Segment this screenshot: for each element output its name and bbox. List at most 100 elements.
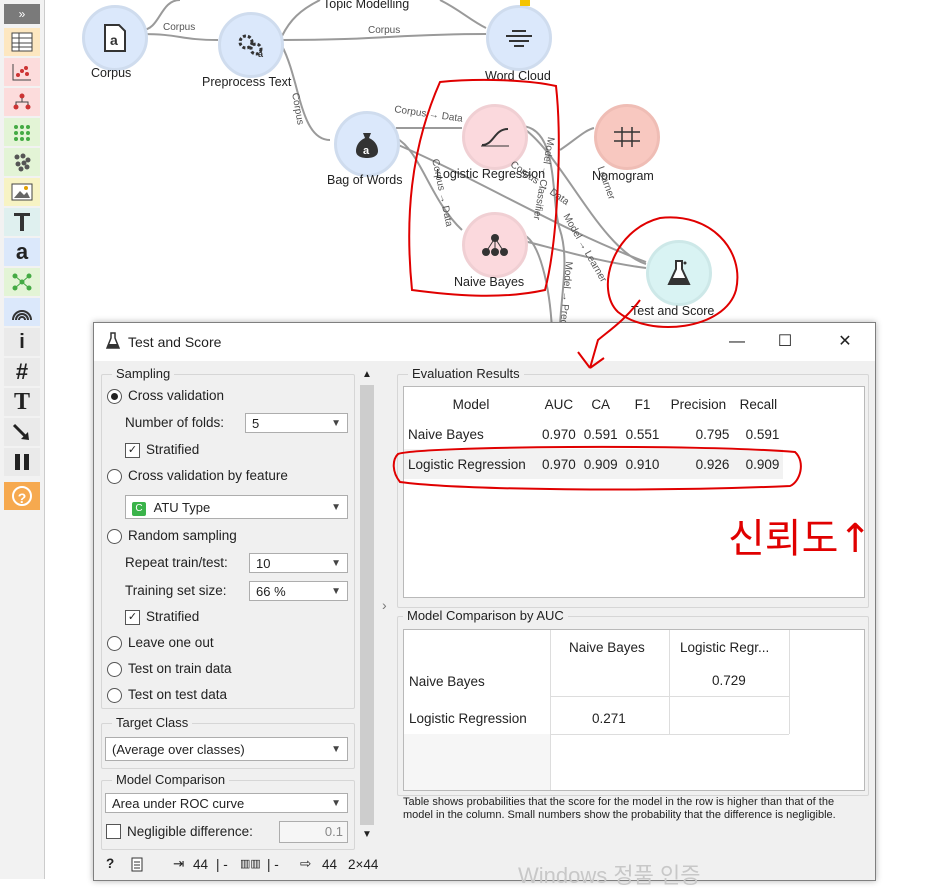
feature-select[interactable]: C ATU Type ▼	[125, 495, 348, 519]
big-t-icon[interactable]: T	[4, 388, 40, 416]
repeat-value: 10	[256, 556, 271, 571]
preprocess-text-label: Preprocess Text	[202, 75, 292, 89]
target-class-title: Target Class	[112, 715, 193, 730]
cross-validation-label: Cross validation	[128, 388, 225, 403]
output-dims: 2×44	[348, 857, 379, 872]
logistic-regression-node[interactable]	[462, 104, 528, 170]
help-button[interactable]: ?	[106, 856, 114, 871]
row-ca: 0.591	[583, 426, 618, 442]
header-f1[interactable]: F1	[622, 389, 664, 419]
collapse-arrow-icon[interactable]: ›	[382, 597, 387, 613]
preprocess-text-node[interactable]: a	[218, 12, 284, 78]
naive-bayes-node[interactable]	[462, 212, 528, 278]
categorical-badge: C	[132, 501, 146, 516]
help-icon[interactable]: ?	[4, 482, 40, 510]
train-size-label: Training set size:	[125, 583, 227, 598]
cv-by-feature-radio[interactable]	[107, 469, 122, 484]
auc-divider	[550, 630, 551, 790]
window-title: Test and Score	[128, 334, 222, 350]
info-icon[interactable]: i	[4, 328, 40, 356]
feature-value: ATU Type	[153, 500, 211, 515]
comparison-metric-select[interactable]: Area under ROC curve ▼	[105, 793, 348, 813]
output-count: 44	[322, 857, 338, 872]
corpus-node[interactable]: a	[82, 5, 148, 71]
header-auc[interactable]: AUC	[538, 389, 580, 419]
test-and-score-node[interactable]	[646, 240, 712, 306]
folds-select[interactable]: 5 ▼	[245, 413, 348, 433]
word-cloud-node[interactable]	[486, 5, 552, 71]
cv-by-feature-label: Cross validation by feature	[128, 468, 288, 483]
stratified-checkbox-2[interactable]: ✓	[125, 610, 140, 625]
edge-label-corpus-1: Corpus	[163, 22, 196, 33]
auc-comparison-table: Naive Bayes Logistic Regr... Naive Bayes…	[403, 629, 865, 791]
t-glyph: T	[13, 388, 30, 415]
minimize-button[interactable]: —	[726, 331, 748, 353]
header-recall[interactable]: Recall	[733, 389, 783, 419]
bag-of-words-node[interactable]: a	[334, 111, 400, 177]
target-class-select[interactable]: (Average over classes) ▼	[105, 737, 348, 761]
header-ca[interactable]: CA	[580, 389, 622, 419]
stratified-checkbox-1[interactable]: ✓	[125, 443, 140, 458]
scrollbar-thumb[interactable]	[360, 385, 374, 825]
topic-modelling-label: Topic Modelling	[323, 0, 410, 11]
test-on-train-radio[interactable]	[107, 662, 122, 677]
nomogram-node[interactable]	[594, 104, 660, 170]
random-sampling-radio[interactable]	[107, 529, 122, 544]
windows-activation-watermark: Windows 정품 인증	[518, 863, 701, 888]
svg-text:a: a	[258, 49, 264, 58]
header-precision[interactable]: Precision	[663, 389, 733, 419]
row-precision: 0.795	[695, 426, 730, 442]
row-model: Logistic Regression	[408, 456, 526, 472]
auc-divider	[789, 630, 790, 734]
info-glyph: i	[19, 330, 25, 353]
header-model[interactable]: Model	[404, 389, 538, 419]
corpus-label: Corpus	[91, 66, 132, 80]
report-icon[interactable]	[131, 857, 143, 875]
cross-validation-radio[interactable]	[107, 389, 122, 404]
hash-glyph: #	[15, 359, 29, 384]
auc-col-logistic: Logistic Regr...	[680, 640, 770, 655]
row-f1: 0.551	[625, 426, 660, 442]
svg-text:a: a	[110, 32, 118, 48]
table-row[interactable]: Naive Bayes 0.970 0.591 0.551 0.795 0.59…	[404, 419, 783, 449]
repeat-label: Repeat train/test:	[125, 555, 228, 570]
output-icon: ⇨	[300, 856, 312, 871]
table-row[interactable]: Logistic Regression 0.970 0.909 0.910 0.…	[404, 449, 784, 479]
close-button[interactable]: ✕	[834, 331, 856, 353]
comparison-metric-value: Area under ROC curve	[112, 796, 245, 811]
random-sampling-label: Random sampling	[128, 528, 237, 543]
chevron-down-icon: ▼	[331, 558, 341, 569]
pause-icon[interactable]	[4, 448, 40, 476]
auc-divider	[550, 734, 789, 735]
status-separator: | -	[267, 857, 279, 872]
negligible-checkbox[interactable]	[106, 824, 121, 839]
flask-icon	[105, 332, 121, 353]
row-model: Naive Bayes	[408, 426, 484, 442]
chevron-down-icon: ▼	[331, 418, 341, 429]
stratified-label-1: Stratified	[146, 442, 200, 457]
input-icon: ⇥	[173, 856, 185, 871]
hash-icon[interactable]: #	[4, 358, 40, 386]
test-and-score-window: Test and Score — ☐ ✕ Sampling Cross vali…	[93, 322, 876, 881]
test-and-score-label: Test and Score	[631, 304, 715, 318]
leave-one-out-radio[interactable]	[107, 636, 122, 651]
folds-label: Number of folds:	[125, 415, 225, 430]
train-size-value: 66 %	[256, 584, 286, 599]
sampling-title: Sampling	[112, 366, 175, 381]
test-on-test-radio[interactable]	[107, 688, 122, 703]
auc-row-logistic: Logistic Regression	[409, 711, 527, 726]
settings-scrollbar[interactable]: ▲ ▼	[358, 367, 376, 843]
repeat-select[interactable]: 10 ▼	[249, 553, 348, 573]
scroll-up-icon[interactable]: ▲	[362, 369, 372, 380]
negligible-input[interactable]: 0.1	[279, 821, 348, 843]
model-comparison-title: Model Comparison	[112, 772, 230, 787]
svg-text:a: a	[363, 145, 370, 157]
naive-bayes-label: Naive Bayes	[454, 275, 525, 289]
warning-icon	[520, 0, 530, 6]
arrow-icon[interactable]	[4, 418, 40, 446]
maximize-button[interactable]: ☐	[774, 331, 796, 353]
train-size-select[interactable]: 66 % ▼	[249, 581, 348, 601]
chevron-down-icon: ▼	[331, 586, 341, 597]
scroll-down-icon[interactable]: ▼	[362, 829, 372, 840]
test-on-train-label: Test on train data	[128, 661, 232, 676]
